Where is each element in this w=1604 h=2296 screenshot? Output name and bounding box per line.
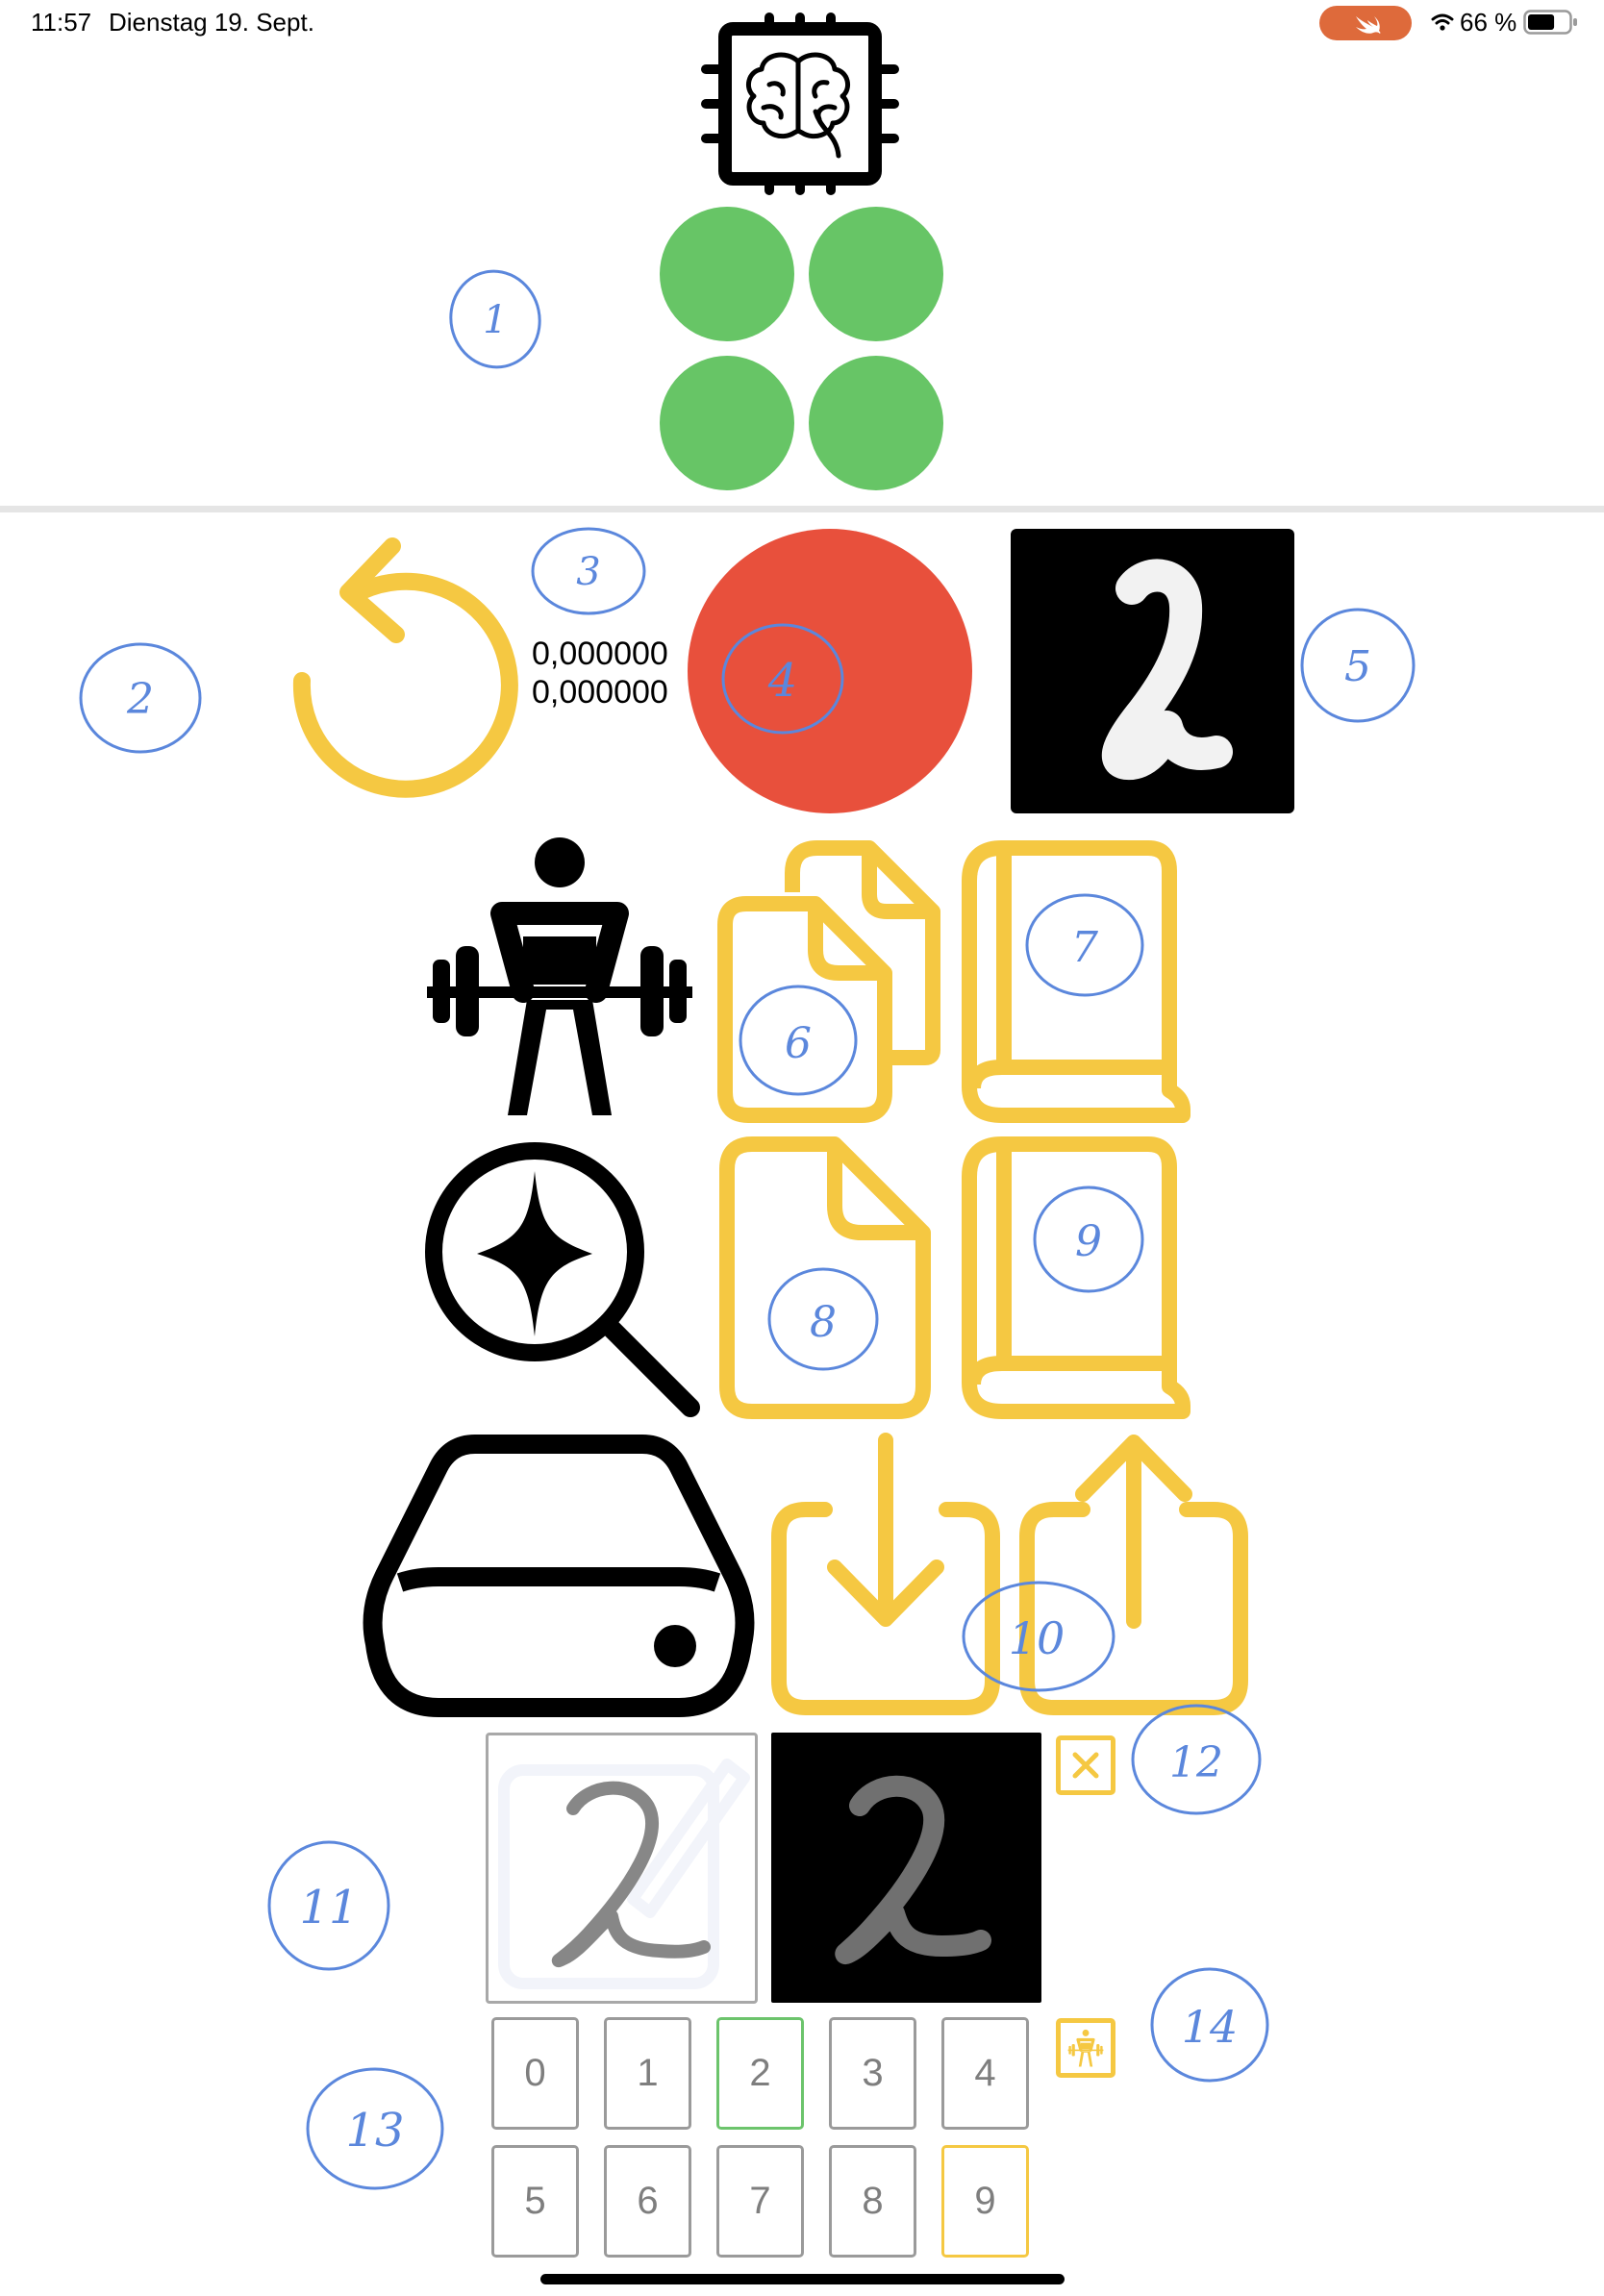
annotation-circle-1: 1 [449, 269, 541, 369]
internal-drive-icon [362, 1433, 756, 1721]
digit-button-9[interactable]: 9 [941, 2145, 1029, 2258]
drawn-digit [551, 1781, 711, 1968]
model-status-dot-4 [809, 356, 943, 490]
annotation-label-5: 5 [1344, 642, 1371, 691]
figure-strengthtraining-icon [427, 837, 692, 1115]
download-arrow-icon [771, 1433, 1000, 1715]
load-training-book-button[interactable] [960, 836, 1190, 1125]
digit-button-7[interactable]: 7 [716, 2145, 804, 2258]
home-indicator [540, 2274, 1065, 2284]
digit-button-8[interactable]: 8 [829, 2145, 916, 2258]
status-date: Dienstag 19. Sept. [109, 8, 314, 37]
digit-button-2[interactable]: 2 [716, 2017, 804, 2130]
book-icon [962, 840, 1190, 1123]
annotation-circle-5: 5 [1300, 608, 1416, 723]
import-model-button[interactable] [767, 1433, 1008, 1721]
digit-button-5[interactable]: 5 [491, 2145, 579, 2258]
swift-icon [1356, 16, 1381, 34]
train-single-button[interactable] [1056, 2018, 1115, 2078]
model-status-dot-3 [660, 356, 794, 490]
section-divider [0, 506, 1604, 512]
share-arrow-icon [1019, 1435, 1248, 1715]
arrow-counterclockwise-icon [292, 537, 518, 798]
battery-icon [1523, 10, 1579, 35]
documents-icon [717, 840, 940, 1123]
digit-button-4[interactable]: 4 [941, 2017, 1029, 2130]
digit-button-6[interactable]: 6 [604, 2145, 691, 2258]
keypad-row: 0 1 2 3 4 [491, 2017, 1029, 2130]
keypad-row: 5 6 7 8 9 [491, 2145, 1029, 2258]
evaluate-button[interactable] [415, 1133, 704, 1421]
prediction-value-1: 0,000000 [532, 636, 668, 672]
annotation-label-1: 1 [483, 298, 507, 342]
ai-chip-icon [701, 12, 899, 195]
drawing-canvas[interactable]: 2 [486, 1733, 758, 2004]
annotation-circle-3: 3 [531, 527, 646, 615]
prediction-values: 0,000000 0,000000 [532, 635, 668, 711]
status-time: 11:57 [31, 8, 92, 37]
battery-percentage: 66 % [1460, 8, 1517, 37]
annotation-circle-13: 13 [306, 2067, 444, 2190]
annotation-label-12: 12 [1169, 1738, 1223, 1787]
annotation-label-3: 3 [576, 550, 600, 594]
load-test-data-button[interactable] [715, 1133, 942, 1421]
train-button[interactable] [415, 831, 704, 1119]
model-status-dot-2 [809, 207, 943, 341]
wifi-icon [1431, 13, 1454, 31]
processed-image: 2 [771, 1733, 1041, 2003]
magnifier-sparkle-icon [425, 1142, 700, 1417]
close-icon [1072, 1752, 1099, 1779]
digit-button-0[interactable]: 0 [491, 2017, 579, 2130]
clear-button[interactable] [1056, 1735, 1115, 1795]
swift-playgrounds-pill[interactable] [1319, 6, 1412, 40]
prediction-value-2: 0,000000 [532, 674, 668, 711]
model-status-dot-1 [660, 207, 794, 341]
book-icon [962, 1136, 1190, 1419]
load-training-data-button[interactable] [715, 836, 942, 1125]
prediction-indicator [688, 529, 972, 813]
document-icon [719, 1136, 931, 1419]
annotation-circle-11: 11 [267, 1840, 390, 1971]
export-model-button[interactable] [1015, 1433, 1256, 1721]
digit-button-1[interactable]: 1 [604, 2017, 691, 2130]
digit-button-3[interactable]: 3 [829, 2017, 916, 2130]
annotation-label-11: 11 [299, 1881, 358, 1934]
annotation-circle-2: 2 [79, 642, 202, 754]
load-test-book-button[interactable] [960, 1133, 1190, 1421]
annotation-label-13: 13 [345, 2104, 404, 2158]
annotation-label-2: 2 [126, 675, 154, 724]
reset-button[interactable] [279, 529, 531, 817]
annotation-label-14: 14 [1182, 2001, 1239, 2053]
figure-strengthtraining-icon [1067, 2029, 1104, 2067]
annotation-circle-14: 14 [1150, 1967, 1269, 2083]
input-preview-image: 2 [1011, 529, 1294, 813]
